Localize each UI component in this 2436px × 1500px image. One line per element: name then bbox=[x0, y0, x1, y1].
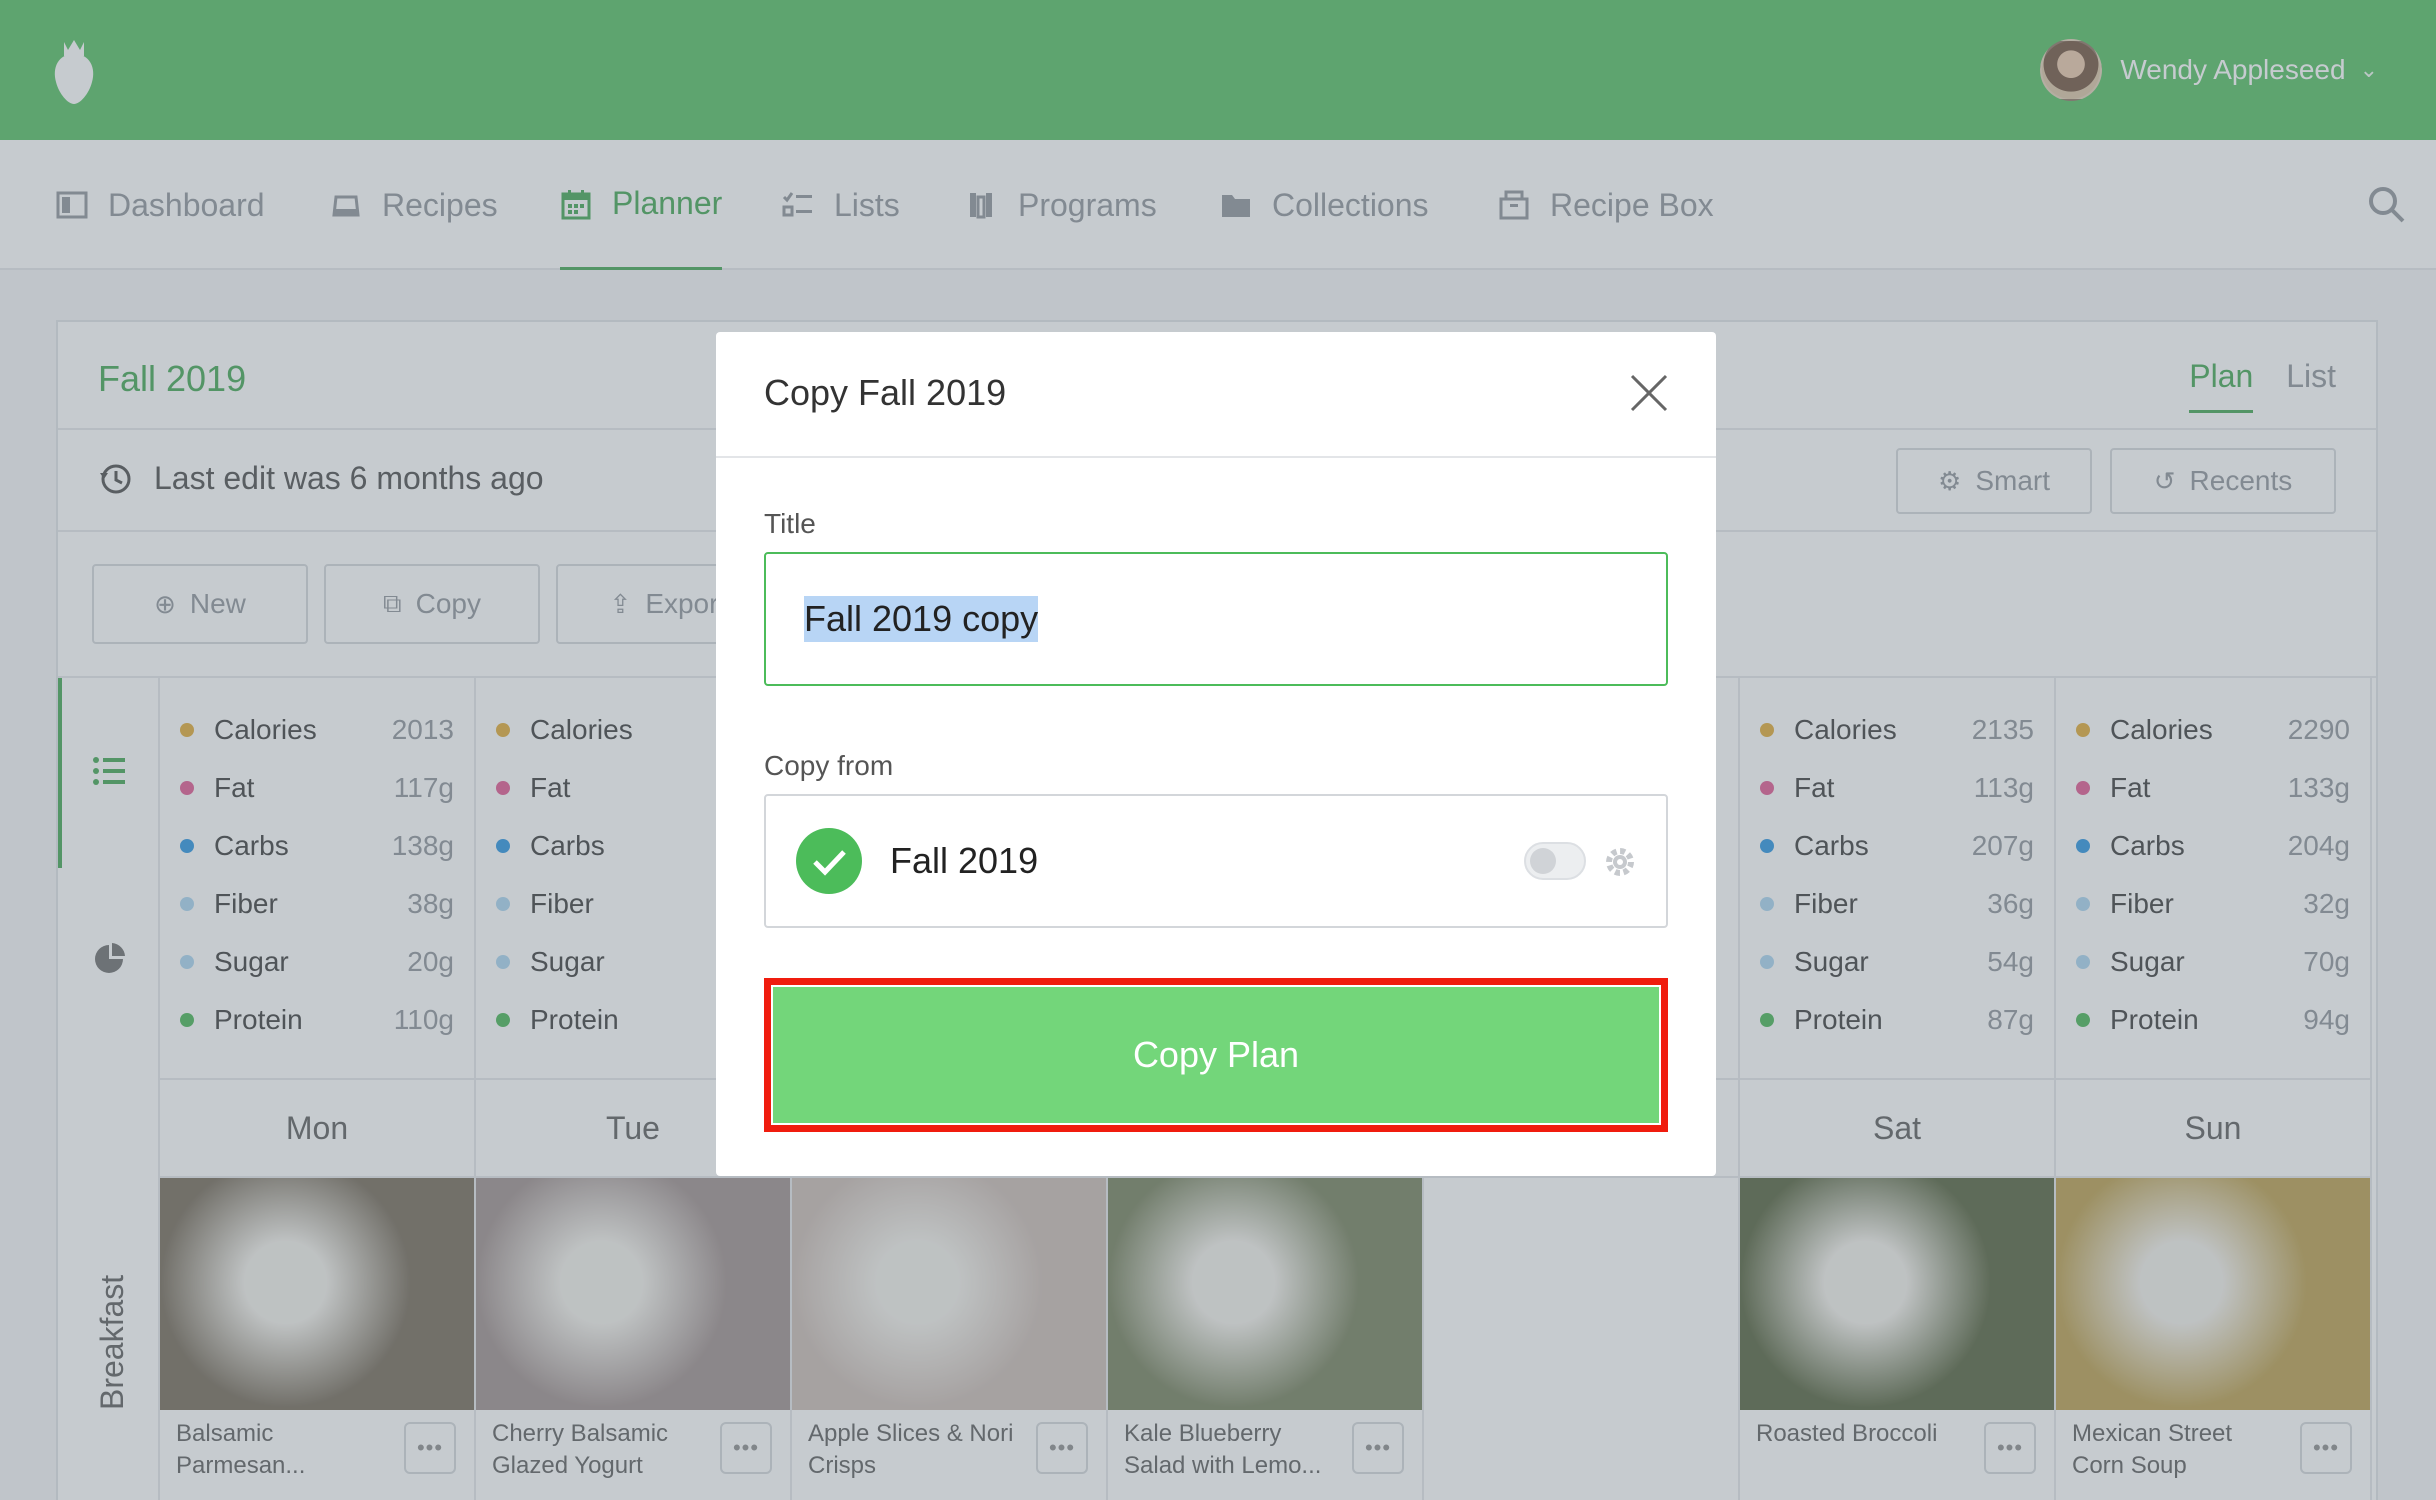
copy-plan-button-highlight: Copy Plan bbox=[764, 978, 1668, 1132]
title-label: Title bbox=[764, 508, 816, 539]
toggle-switch[interactable] bbox=[1524, 842, 1586, 880]
copy-from-label: Copy from bbox=[764, 750, 894, 781]
title-input[interactable]: Fall 2019 copy bbox=[764, 552, 1668, 686]
copy-from-item[interactable]: Fall 2019 bbox=[764, 794, 1668, 928]
gear-icon[interactable] bbox=[1602, 844, 1638, 880]
copy-plan-button[interactable]: Copy Plan bbox=[773, 987, 1659, 1123]
copy-plan-modal: Copy Fall 2019 Title Fall 2019 copy Copy… bbox=[716, 332, 1716, 1176]
close-icon[interactable] bbox=[1628, 372, 1670, 414]
divider bbox=[716, 456, 1716, 458]
check-circle-icon[interactable] bbox=[796, 828, 862, 894]
copy-from-name: Fall 2019 bbox=[890, 840, 1039, 881]
modal-title: Copy Fall 2019 bbox=[764, 372, 1007, 413]
title-input-value: Fall 2019 copy bbox=[804, 596, 1039, 642]
